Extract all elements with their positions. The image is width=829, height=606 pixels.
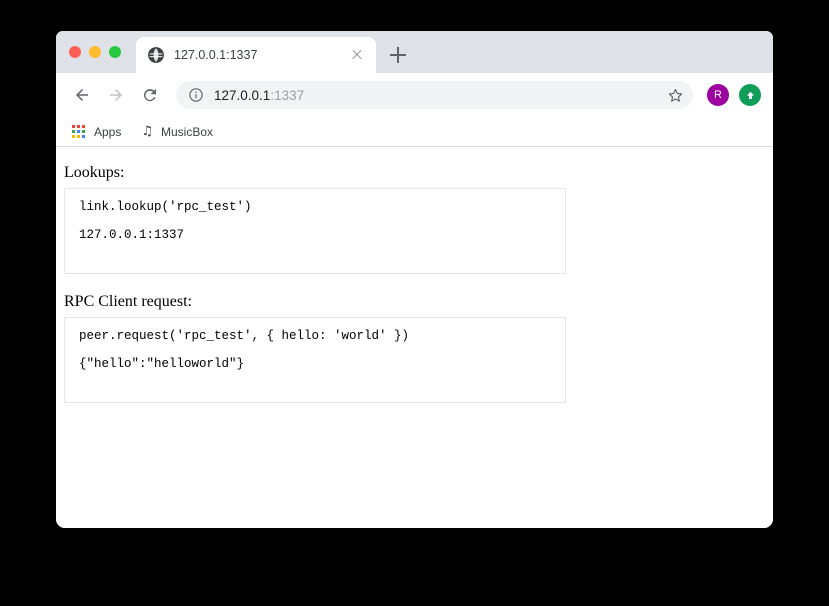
address-bar[interactable]: 127.0.0.1:1337 [176,81,693,109]
section-heading: RPC Client request: [64,293,192,311]
globe-icon [148,47,164,63]
url-text: 127.0.0.1:1337 [214,88,304,103]
tab-strip: 127.0.0.1:1337 [56,31,773,73]
reload-button[interactable] [136,81,164,109]
music-note-icon: ♫ [141,124,154,139]
section-heading: Lookups: [64,164,125,181]
bookmark-label: Apps [94,124,122,139]
avatar-initial: R [714,89,722,101]
tab-title: 127.0.0.1:1337 [174,48,258,62]
browser-toolbar: 127.0.0.1:1337 R [56,73,773,117]
back-button[interactable] [68,81,96,109]
bookmark-apps[interactable]: Apps [68,121,129,143]
bookmark-label: MusicBox [161,124,214,139]
forward-arrow-icon [110,89,122,101]
close-tab-icon[interactable] [348,46,366,64]
traffic-lights [69,46,121,58]
page-content: Lookups: link.lookup('rpc_test') 127.0.0… [56,147,773,528]
url-port: :1337 [270,87,305,103]
back-arrow-icon [76,89,88,101]
maximize-window-button[interactable] [109,46,121,58]
arrow-up-circle-icon [746,91,754,99]
new-tab-button[interactable] [386,43,410,67]
reload-icon [144,88,156,102]
bookmarks-bar: Apps ♫ MusicBox [56,117,773,147]
code-line: 127.0.0.1:1337 [79,227,185,242]
minimize-window-button[interactable] [89,46,101,58]
lookups-output-box: link.lookup('rpc_test') 127.0.0.1:1337 [64,188,566,275]
section-rpc-client-request: RPC Client request: peer.request('rpc_te… [64,292,773,404]
code-line: peer.request('rpc_test', { hello: 'world… [79,329,410,344]
code-line: link.lookup('rpc_test') [79,200,252,215]
code-line: {"hello":"helloworld"} [79,357,245,372]
apps-grid-icon [72,124,86,139]
section-lookups: Lookups: link.lookup('rpc_test') 127.0.0… [64,163,773,275]
rpc-output-box: peer.request('rpc_test', { hello: 'world… [64,317,566,404]
browser-tab[interactable]: 127.0.0.1:1337 [136,37,376,73]
profile-avatar[interactable]: R [707,84,729,106]
info-circle-icon[interactable] [188,87,204,103]
bookmark-star-button[interactable] [663,83,687,107]
update-button[interactable] [739,84,761,106]
star-outline-icon [668,88,682,102]
bookmark-musicbox[interactable]: ♫ MusicBox [137,121,221,143]
forward-button[interactable] [102,81,130,109]
browser-window: 127.0.0.1:1337 127.0.0.1:1337 R Apps ♫ M… [56,31,773,528]
close-window-button[interactable] [69,46,81,58]
url-host: 127.0.0.1 [214,87,271,103]
